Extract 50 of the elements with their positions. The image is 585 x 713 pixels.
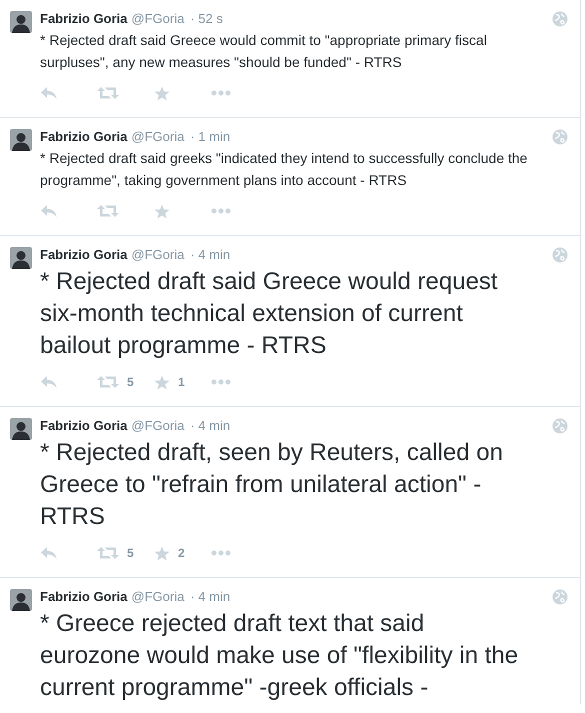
more-icon[interactable]	[211, 379, 231, 385]
reply-icon[interactable]	[40, 86, 58, 100]
globe-icon	[552, 129, 568, 145]
tweet-text: * Rejected draft said Greece would commit to "appropriate primary fiscal surpluses", any new measures "should be funded" - RTRS	[40, 31, 488, 72]
avatar-icon[interactable]	[10, 418, 32, 440]
author-handle[interactable]: @FGoria	[131, 11, 184, 27]
globe-icon	[552, 11, 568, 27]
star-icon[interactable]	[154, 86, 170, 100]
favorite-count: 1	[178, 375, 185, 389]
author-name[interactable]: Fabrizio Goria	[40, 589, 128, 605]
avatar-icon[interactable]	[10, 11, 32, 33]
more-icon[interactable]	[211, 90, 231, 96]
more-icon[interactable]	[211, 208, 231, 214]
reply-icon[interactable]	[40, 375, 58, 389]
retweet-icon[interactable]	[97, 204, 119, 218]
author-handle[interactable]: @FGoria	[131, 129, 184, 145]
tweet-time[interactable]: · 4 min	[190, 247, 230, 263]
retweet-count: 5	[127, 375, 134, 389]
author-handle[interactable]: @FGoria	[131, 418, 184, 434]
globe-icon	[552, 589, 568, 605]
star-icon[interactable]	[154, 204, 170, 218]
avatar-icon[interactable]	[10, 589, 32, 611]
tweet-text: * Rejected draft said Greece would request six-month technical extension of current bailout programme - RTRS	[40, 267, 499, 361]
author-name[interactable]: Fabrizio Goria	[40, 11, 128, 27]
tweet-time[interactable]: · 1 min	[190, 129, 230, 145]
tweet-text: * Rejected draft, seen by Reuters, called on Greece to "refrain from unilateral action" - RTRS	[40, 438, 504, 532]
tweet-text: * Greece rejected draft text that said eurozone would make use of "flexibility in the current programme" -greek officials -	[40, 609, 520, 703]
retweet-icon[interactable]	[97, 86, 119, 100]
star-icon[interactable]	[154, 374, 170, 390]
tweet-text: * Rejected draft said greeks "indicated they intend to successfully conclude the programme", taking government plans into account - RTRS	[40, 149, 528, 190]
globe-icon	[552, 247, 568, 263]
author-handle[interactable]: @FGoria	[131, 589, 184, 605]
star-icon[interactable]	[154, 546, 170, 560]
retweet-icon[interactable]	[97, 375, 119, 389]
author-name[interactable]: Fabrizio Goria	[40, 129, 128, 145]
tweet-time[interactable]: · 4 min	[190, 589, 230, 605]
reply-icon[interactable]	[40, 204, 58, 218]
avatar-icon[interactable]	[10, 129, 32, 151]
author-name[interactable]: Fabrizio Goria	[40, 247, 128, 263]
tweet-time[interactable]: · 4 min	[190, 418, 230, 434]
avatar-icon[interactable]	[10, 247, 32, 269]
author-name[interactable]: Fabrizio Goria	[40, 418, 128, 434]
reply-icon[interactable]	[40, 546, 58, 560]
author-handle[interactable]: @FGoria	[131, 247, 184, 263]
retweet-icon[interactable]	[97, 546, 119, 560]
tweet-time[interactable]: · 52 s	[190, 11, 223, 27]
more-icon[interactable]	[211, 550, 231, 556]
retweet-count: 5	[127, 546, 134, 560]
favorite-count: 2	[178, 546, 185, 560]
globe-icon	[552, 418, 568, 434]
